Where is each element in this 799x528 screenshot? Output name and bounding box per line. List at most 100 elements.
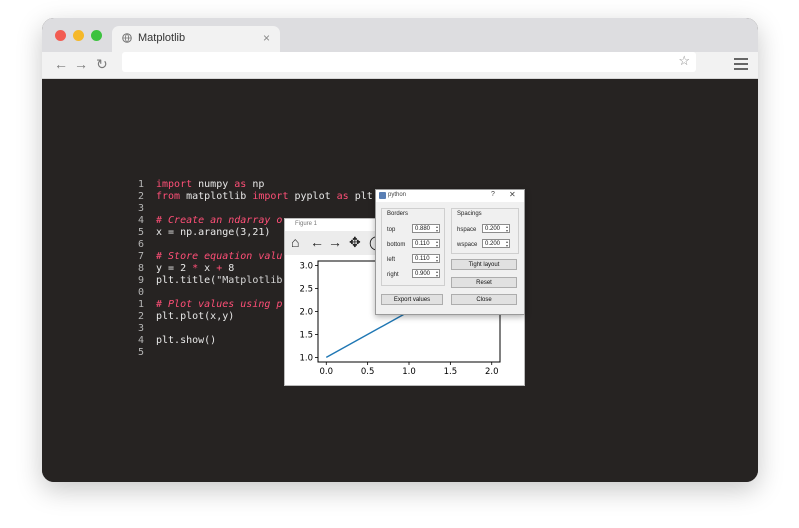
y-tick-label: 2.5 <box>299 285 313 295</box>
wspace-spinbox[interactable]: 0.200 ▴ ▾ <box>482 239 510 248</box>
code-token: # Create an ndarray o <box>156 215 283 226</box>
figure-title: Figure 1 <box>295 221 318 227</box>
code-token: # Store equation valu <box>156 251 283 262</box>
page-content: 1 import numpy as np 2 from matplotlib impo… <box>42 79 758 482</box>
y-tick-label: 1.0 <box>299 353 313 363</box>
top-label: top <box>387 227 396 233</box>
y-tick-label: 2.0 <box>299 308 313 318</box>
close-button[interactable]: Close <box>451 294 517 305</box>
line-number: 0 <box>137 287 144 298</box>
address-bar[interactable]: ☆ <box>122 52 696 72</box>
top-spinbox[interactable]: 0.880 ▴ ▾ <box>412 224 440 233</box>
x-tick-label: 1.0 <box>402 367 416 377</box>
code-token: import <box>156 179 193 190</box>
wspace-label: wspace <box>457 242 478 248</box>
dialog-titlebar: python ? ✕ <box>376 190 524 202</box>
pan-icon[interactable]: ✥ <box>349 233 361 251</box>
code-text: # Plot values using p <box>156 299 282 311</box>
line-number: 7 <box>137 251 144 262</box>
code-token: as <box>336 191 349 202</box>
line-number: 4 <box>137 215 144 226</box>
maximize-window-button[interactable] <box>91 30 102 41</box>
bottom-spinbox[interactable]: 0.110 ▴ ▾ <box>412 239 440 248</box>
export-values-button[interactable]: Export values <box>381 294 443 305</box>
tab-bar: Matplotlib × <box>42 18 758 52</box>
code-token: "Matplotlib a <box>216 275 295 286</box>
line-number: 3 <box>137 323 144 334</box>
line-number: 3 <box>137 203 144 214</box>
tab-close-icon[interactable]: × <box>263 31 270 45</box>
x-tick-label: 2.0 <box>485 367 499 377</box>
browser-window: Matplotlib × ← → ↻ ☆ 1 import numpy as np… <box>42 18 758 482</box>
reload-icon[interactable]: ↻ <box>96 55 108 73</box>
line-number: 5 <box>137 347 144 358</box>
code-token: plt.plot(x,y) <box>156 311 235 322</box>
line-number: 8 <box>137 263 144 274</box>
line-number: 2 <box>137 191 144 202</box>
close-icon[interactable]: ✕ <box>509 190 516 199</box>
line-number: 5 <box>137 227 144 238</box>
hspace-spinbox[interactable]: 0.200 ▴ ▾ <box>482 224 510 233</box>
hamburger-menu-icon[interactable] <box>734 58 748 70</box>
x-tick-label: 0.0 <box>320 367 334 377</box>
subplot-config-dialog: python ? ✕ Borders top 0.880 ▴ ▾ bottom 0.… <box>375 189 525 315</box>
code-token: y = 2 <box>156 263 193 274</box>
left-spinbox[interactable]: 0.110 ▴ ▾ <box>412 254 440 263</box>
code-token: 8 <box>222 263 235 274</box>
code-text: # Store equation valu <box>156 251 282 263</box>
code-text: from matplotlib import pyplot as plt <box>156 191 373 203</box>
code-text: import numpy as np <box>156 179 264 191</box>
tight-layout-button[interactable]: Tight layout <box>451 259 517 270</box>
code-text: plt.show() <box>156 335 216 347</box>
code-token: np <box>246 179 265 190</box>
browser-toolbar: ← → ↻ ☆ <box>42 52 758 79</box>
python-icon <box>379 192 386 199</box>
x-tick-label: 0.5 <box>361 367 375 377</box>
line-number: 1 <box>137 179 144 190</box>
code-text: plt.title("Matplotlib a <box>156 275 295 287</box>
line-number: 6 <box>137 239 144 250</box>
code-token: import <box>252 191 289 202</box>
code-token: pyplot <box>288 191 337 202</box>
bottom-label: bottom <box>387 242 406 248</box>
spacings-title: Spacings <box>457 211 482 217</box>
home-icon[interactable]: ⌂ <box>291 233 299 251</box>
line-number: 1 <box>137 299 144 310</box>
borders-title: Borders <box>387 211 409 217</box>
line-number: 9 <box>137 275 144 286</box>
code-token: as <box>234 179 247 190</box>
y-tick-label: 3.0 <box>299 262 313 272</box>
code-token: # Plot values using p <box>156 299 283 310</box>
minimize-window-button[interactable] <box>73 30 84 41</box>
right-spinbox[interactable]: 0.900 ▴ ▾ <box>412 269 440 278</box>
right-label: right <box>387 272 399 278</box>
code-token: numpy <box>192 179 235 190</box>
hspace-label: hspace <box>457 227 477 233</box>
code-token: plt.show() <box>156 335 217 346</box>
line-number: 4 <box>137 335 144 346</box>
code-token: plt.title( <box>156 275 217 286</box>
back-arrow-icon[interactable]: ← <box>54 55 68 73</box>
forward-arrow-icon[interactable]: → <box>74 55 88 73</box>
globe-icon <box>122 33 132 43</box>
forward-arrow-icon[interactable]: → <box>328 233 342 251</box>
bookmark-star-icon[interactable]: ☆ <box>678 53 690 69</box>
left-label: left <box>387 257 396 263</box>
dialog-title: python <box>388 192 407 198</box>
code-text: x = np.arange(3,21) <box>156 227 270 239</box>
code-token: from <box>156 191 181 202</box>
code-token: x <box>198 263 217 274</box>
y-tick-label: 1.5 <box>299 330 313 340</box>
code-token: plt <box>348 191 373 202</box>
code-text: y = 2 * x + 8 <box>156 263 234 275</box>
help-icon[interactable]: ? <box>491 191 495 198</box>
back-arrow-icon[interactable]: ← <box>310 233 324 251</box>
close-window-button[interactable] <box>55 30 66 41</box>
code-text: plt.plot(x,y) <box>156 311 234 323</box>
tab-matplotlib[interactable]: Matplotlib × <box>112 26 280 52</box>
code-token: matplotlib <box>180 191 253 202</box>
line-number: 2 <box>137 311 144 322</box>
reset-button[interactable]: Reset <box>451 277 517 288</box>
tab-title: Matplotlib <box>138 32 186 44</box>
x-tick-label: 1.5 <box>444 367 458 377</box>
